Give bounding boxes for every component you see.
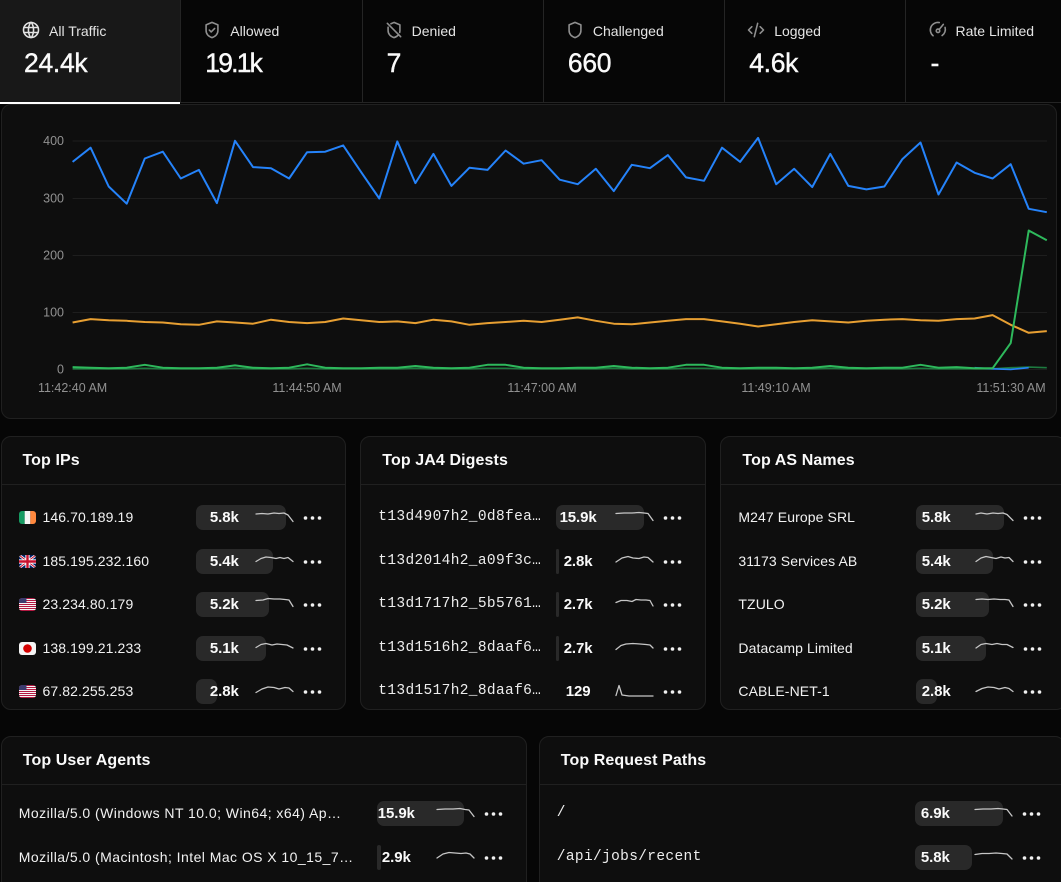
svg-text:300: 300 — [43, 192, 64, 206]
svg-text:11:42:40 AM: 11:42:40 AM — [38, 381, 107, 395]
svg-text:200: 200 — [43, 249, 64, 263]
svg-text:100: 100 — [43, 306, 64, 320]
svg-text:0: 0 — [57, 363, 64, 377]
svg-text:11:44:50 AM: 11:44:50 AM — [272, 381, 341, 395]
svg-text:11:49:10 AM: 11:49:10 AM — [741, 381, 810, 395]
svg-text:400: 400 — [43, 134, 64, 148]
svg-text:11:51:30 AM: 11:51:30 AM — [976, 381, 1045, 395]
svg-text:11:47:00 AM: 11:47:00 AM — [507, 381, 576, 395]
